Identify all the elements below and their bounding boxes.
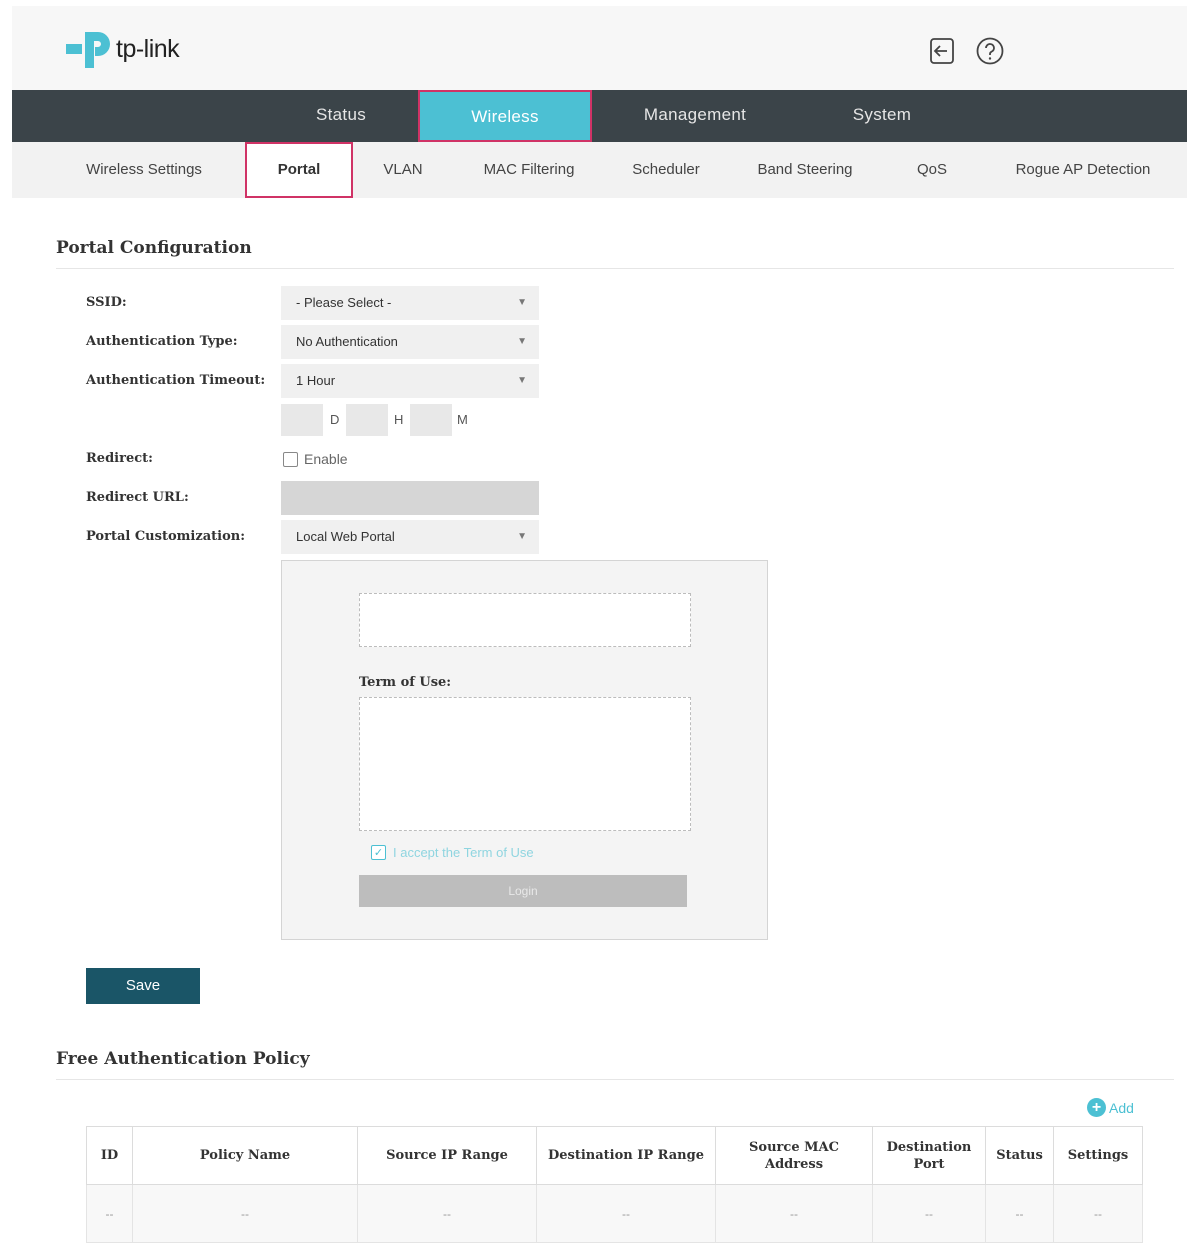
add-label: Add	[1109, 1100, 1134, 1116]
table-cell: --	[86, 1184, 133, 1243]
portal-config-title: Portal Configuration	[56, 238, 252, 258]
hours-unit: H	[394, 412, 404, 427]
column-header-destination-port[interactable]: Destination Port	[872, 1126, 986, 1185]
tp-link-logo[interactable]: tp-link	[64, 24, 204, 74]
subtab-wireless-settings[interactable]: Wireless Settings	[64, 142, 224, 198]
column-header-source-mac-address[interactable]: Source MAC Address	[715, 1126, 873, 1185]
auth-timeout-label: Authentication Timeout:	[86, 373, 266, 388]
tab-status[interactable]: Status	[281, 90, 401, 142]
top-header: tp-link	[12, 6, 1187, 90]
chevron-down-icon: ▼	[517, 375, 527, 386]
subtab-rogue-ap-detection[interactable]: Rogue AP Detection	[996, 142, 1170, 198]
column-header-status[interactable]: Status	[985, 1126, 1054, 1185]
chevron-down-icon: ▼	[517, 336, 527, 347]
column-header-settings[interactable]: Settings	[1053, 1126, 1143, 1185]
preview-login-button[interactable]: Login	[359, 875, 687, 907]
table-cell: --	[715, 1184, 873, 1243]
table-header-row: ID Policy Name Source IP Range Destinati…	[86, 1126, 1143, 1185]
portal-customization-label: Portal Customization:	[86, 529, 245, 544]
days-unit: D	[330, 412, 340, 427]
redirect-url-label: Redirect URL:	[86, 490, 189, 505]
subtab-band-steering[interactable]: Band Steering	[740, 142, 870, 198]
plus-circle-icon: +	[1087, 1098, 1106, 1117]
column-header-destination-ip-range[interactable]: Destination IP Range	[536, 1126, 716, 1185]
subtab-portal[interactable]: Portal	[245, 142, 353, 198]
tab-management[interactable]: Management	[618, 90, 772, 142]
main-nav: Status Wireless Management System	[12, 90, 1187, 142]
table-cell: --	[872, 1184, 986, 1243]
tab-wireless[interactable]: Wireless	[418, 90, 592, 142]
ssid-value: - Please Select -	[296, 295, 392, 310]
auth-type-label: Authentication Type:	[86, 334, 238, 349]
free-auth-title: Free Authentication Policy	[56, 1049, 310, 1069]
sub-nav: Wireless Settings Portal VLAN MAC Filter…	[12, 142, 1187, 198]
save-button[interactable]: Save	[86, 968, 200, 1004]
divider	[56, 1079, 1174, 1080]
ssid-select[interactable]: - Please Select - ▼	[281, 286, 539, 320]
column-header-policy-name[interactable]: Policy Name	[132, 1126, 358, 1185]
free-auth-policy-table: ID Policy Name Source IP Range Destinati…	[86, 1126, 1143, 1243]
timeout-hours-input[interactable]	[346, 404, 388, 436]
subtab-scheduler[interactable]: Scheduler	[618, 142, 714, 198]
subtab-qos[interactable]: QoS	[902, 142, 962, 198]
portal-preview: Term of Use: ✓ I accept the Term of Use …	[281, 560, 768, 940]
accept-terms-label: I accept the Term of Use	[393, 845, 534, 860]
redirect-enable-label: Enable	[304, 451, 348, 467]
chevron-down-icon: ▼	[517, 531, 527, 542]
help-icon[interactable]	[975, 36, 1005, 66]
portal-customization-select[interactable]: Local Web Portal ▼	[281, 520, 539, 554]
term-of-use-label: Term of Use:	[359, 675, 452, 690]
minutes-unit: M	[457, 412, 468, 427]
tab-system[interactable]: System	[822, 90, 942, 142]
table-row: -- -- -- -- -- -- -- --	[86, 1184, 1143, 1243]
table-cell: --	[985, 1184, 1054, 1243]
timeout-minutes-input[interactable]	[410, 404, 452, 436]
accept-terms-checkbox[interactable]: ✓	[371, 845, 386, 860]
column-header-id[interactable]: ID	[86, 1126, 133, 1185]
auth-timeout-value: 1 Hour	[296, 373, 336, 388]
portal-customization-value: Local Web Portal	[296, 529, 395, 544]
auth-type-value: No Authentication	[296, 334, 398, 349]
table-cell: --	[1053, 1184, 1143, 1243]
logo-upload-area[interactable]	[359, 593, 691, 647]
column-header-source-ip-range[interactable]: Source IP Range	[357, 1126, 537, 1185]
table-cell: --	[536, 1184, 716, 1243]
table-cell: --	[132, 1184, 358, 1243]
term-of-use-textarea[interactable]	[359, 697, 691, 831]
redirect-enable-checkbox[interactable]	[283, 452, 298, 467]
chevron-down-icon: ▼	[517, 297, 527, 308]
auth-type-select[interactable]: No Authentication ▼	[281, 325, 539, 359]
subtab-vlan[interactable]: VLAN	[366, 142, 440, 198]
auth-timeout-select[interactable]: 1 Hour ▼	[281, 364, 539, 398]
add-policy-button[interactable]: + Add	[1087, 1098, 1134, 1118]
tp-link-logo-icon	[66, 32, 110, 68]
app-frame: tp-link Status Wireless Management Syste…	[12, 6, 1187, 1259]
redirect-url-input[interactable]	[281, 481, 539, 515]
redirect-label: Redirect:	[86, 451, 153, 466]
brand-name: tp-link	[116, 35, 180, 63]
divider	[56, 268, 1174, 269]
subtab-mac-filtering[interactable]: MAC Filtering	[470, 142, 588, 198]
table-cell: --	[357, 1184, 537, 1243]
logout-icon[interactable]	[927, 36, 957, 66]
ssid-label: SSID:	[86, 295, 127, 310]
timeout-days-input[interactable]	[281, 404, 323, 436]
